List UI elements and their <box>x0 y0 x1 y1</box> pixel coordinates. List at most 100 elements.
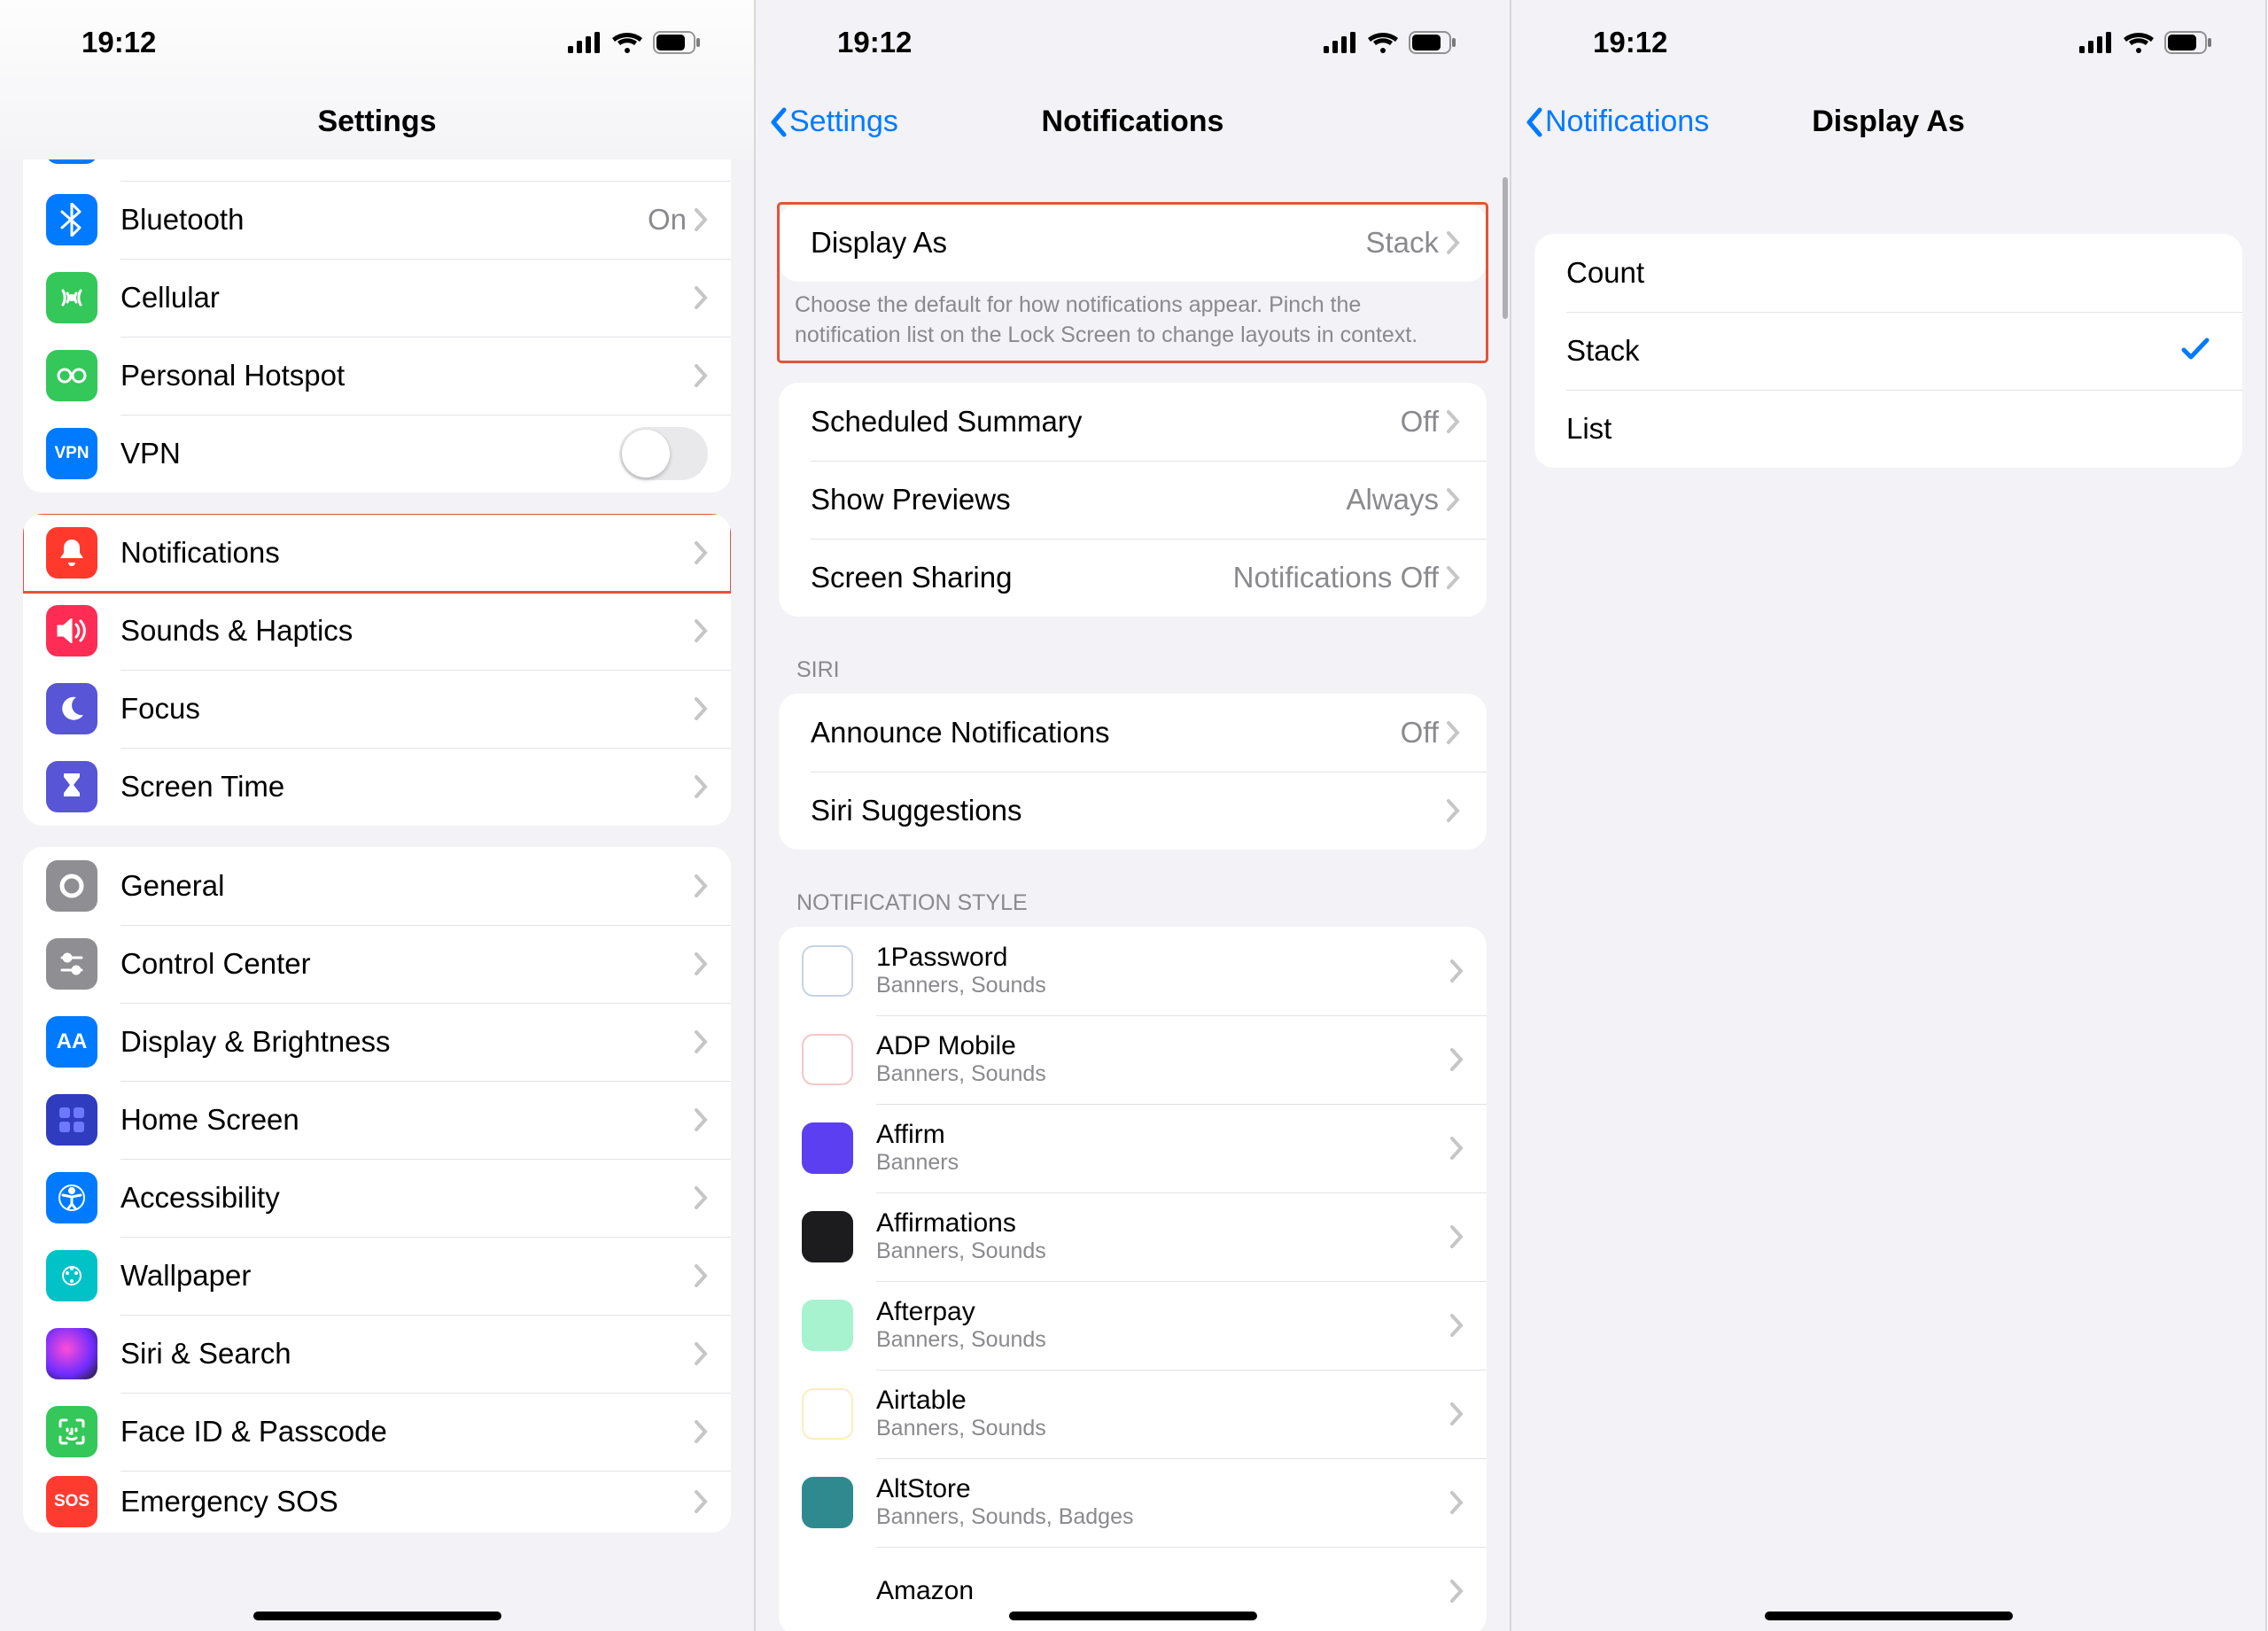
chevron-right-icon <box>1449 1490 1464 1515</box>
chevron-right-icon <box>694 696 708 721</box>
option-row[interactable]: Count <box>1534 234 2242 312</box>
app-sub: Banners, Sounds, Badges <box>876 1504 1449 1530</box>
settings-row-siri[interactable]: Siri & Search <box>23 1315 731 1393</box>
status-bar: 19:12 <box>756 0 1510 85</box>
app-row[interactable]: AltStoreBanners, Sounds, Badges <box>779 1458 1487 1547</box>
app-icon <box>802 945 853 997</box>
chevron-right-icon <box>1446 230 1460 255</box>
chevron-right-icon <box>1446 798 1460 823</box>
chevron-right-icon <box>694 1185 708 1210</box>
chevron-right-icon <box>694 1263 708 1288</box>
siri-icon <box>46 1328 97 1379</box>
settings-row-bluetooth[interactable]: Bluetooth On <box>23 181 731 259</box>
app-row[interactable]: AffirmationsBanners, Sounds <box>779 1192 1487 1281</box>
app-name: ADP Mobile <box>876 1031 1449 1061</box>
app-row[interactable]: 1PasswordBanners, Sounds <box>779 927 1487 1015</box>
settings-row-homescreen[interactable]: Home Screen <box>23 1081 731 1159</box>
status-icons <box>568 31 701 54</box>
app-row[interactable]: AirtableBanners, Sounds <box>779 1370 1487 1458</box>
app-icon <box>802 1122 853 1174</box>
app-name: Affirm <box>876 1120 1449 1150</box>
settings-row-vpn[interactable]: VPN VPN <box>23 415 731 493</box>
settings-row-accessibility[interactable]: Accessibility <box>23 1159 731 1237</box>
settings-row-sos[interactable]: SOS Emergency SOS <box>23 1471 731 1533</box>
status-bar: 19:12 <box>1511 0 2265 85</box>
screen-settings: 19:12 Settings Bluetooth On <box>0 0 756 1631</box>
section-header-siri: SIRI <box>756 643 1510 694</box>
home-indicator[interactable] <box>253 1612 501 1620</box>
chevron-right-icon <box>694 618 708 643</box>
scroller[interactable]: Bluetooth On Cellular Personal Hotspot V… <box>0 159 754 1631</box>
bluetooth-icon <box>46 194 97 245</box>
chevron-right-icon <box>1446 565 1460 590</box>
settings-row-focus[interactable]: Focus <box>23 670 731 748</box>
accessibility-icon <box>46 1172 97 1223</box>
app-row[interactable]: ADP MobileBanners, Sounds <box>779 1015 1487 1104</box>
settings-row-general[interactable]: General <box>23 847 731 925</box>
display-as-footer: Choose the default for how notifications… <box>779 282 1487 361</box>
home-indicator[interactable] <box>1009 1612 1257 1620</box>
chevron-right-icon <box>694 540 708 565</box>
settings-row-notifications[interactable]: Notifications <box>23 514 731 592</box>
app-row[interactable]: AfterpayBanners, Sounds <box>779 1281 1487 1370</box>
battery-icon <box>653 31 701 54</box>
scroller[interactable]: CountStackList <box>1511 159 2265 1631</box>
settings-row-partial[interactable] <box>23 159 731 181</box>
option-row[interactable]: List <box>1534 390 2242 468</box>
chevron-right-icon <box>694 285 708 310</box>
row-show-previews[interactable]: Show Previews Always <box>779 461 1487 539</box>
chevron-right-icon <box>694 1489 708 1514</box>
scrollbar[interactable] <box>1503 177 1508 319</box>
battery-icon <box>2164 31 2212 54</box>
row-display-as[interactable]: Display As Stack <box>779 204 1487 282</box>
back-button[interactable]: Settings <box>756 105 898 139</box>
cellular-icon <box>568 32 602 53</box>
wifi-icon <box>2124 32 2154 53</box>
settings-row-display[interactable]: AA Display & Brightness <box>23 1003 731 1081</box>
settings-row-screentime[interactable]: Screen Time <box>23 748 731 826</box>
app-icon <box>802 1565 853 1617</box>
wifi-icon <box>612 32 642 53</box>
chevron-right-icon <box>694 951 708 976</box>
wallpaper-icon <box>46 1250 97 1301</box>
screen-notifications: 19:12 Settings Notifications Display As … <box>756 0 1511 1631</box>
chevron-right-icon <box>694 363 708 388</box>
app-row[interactable]: AffirmBanners <box>779 1104 1487 1192</box>
row-screen-sharing[interactable]: Screen Sharing Notifications Off <box>779 539 1487 617</box>
chevron-right-icon <box>1446 487 1460 512</box>
chevron-right-icon <box>1449 1047 1464 1072</box>
sounds-icon <box>46 605 97 656</box>
app-icon <box>802 1477 853 1528</box>
nav-header: Notifications Display As <box>1511 85 2265 159</box>
app-name: Airtable <box>876 1386 1449 1416</box>
back-button[interactable]: Notifications <box>1511 105 1709 139</box>
settings-row-wallpaper[interactable]: Wallpaper <box>23 1237 731 1315</box>
settings-row-cellular[interactable]: Cellular <box>23 259 731 337</box>
row-siri-suggestions[interactable]: Siri Suggestions <box>779 772 1487 850</box>
vpn-switch[interactable] <box>619 427 708 480</box>
row-announce[interactable]: Announce Notifications Off <box>779 694 1487 772</box>
row-scheduled-summary[interactable]: Scheduled Summary Off <box>779 383 1487 461</box>
controlcenter-icon <box>46 938 97 990</box>
chevron-right-icon <box>1449 1136 1464 1161</box>
status-time: 19:12 <box>82 26 156 59</box>
settings-row-controlcenter[interactable]: Control Center <box>23 925 731 1003</box>
status-icons <box>2079 31 2212 54</box>
option-row[interactable]: Stack <box>1534 312 2242 390</box>
chevron-right-icon <box>694 207 708 232</box>
chevron-left-icon <box>768 106 789 138</box>
chevron-right-icon <box>694 874 708 898</box>
chevron-right-icon <box>1449 1224 1464 1249</box>
settings-row-hotspot[interactable]: Personal Hotspot <box>23 337 731 415</box>
app-list: 1PasswordBanners, SoundsADP MobileBanner… <box>779 927 1487 1631</box>
settings-row-faceid[interactable]: Face ID & Passcode <box>23 1393 731 1471</box>
home-indicator[interactable] <box>1765 1612 2013 1620</box>
chevron-right-icon <box>694 1029 708 1054</box>
scroller[interactable]: Display As Stack Choose the default for … <box>756 159 1510 1631</box>
status-time: 19:12 <box>1593 26 1667 59</box>
settings-row-sounds[interactable]: Sounds & Haptics <box>23 592 731 670</box>
cellular-icon <box>1324 32 1357 53</box>
homescreen-icon <box>46 1094 97 1146</box>
app-name: 1Password <box>876 943 1449 973</box>
app-sub: Banners, Sounds <box>876 1327 1449 1353</box>
